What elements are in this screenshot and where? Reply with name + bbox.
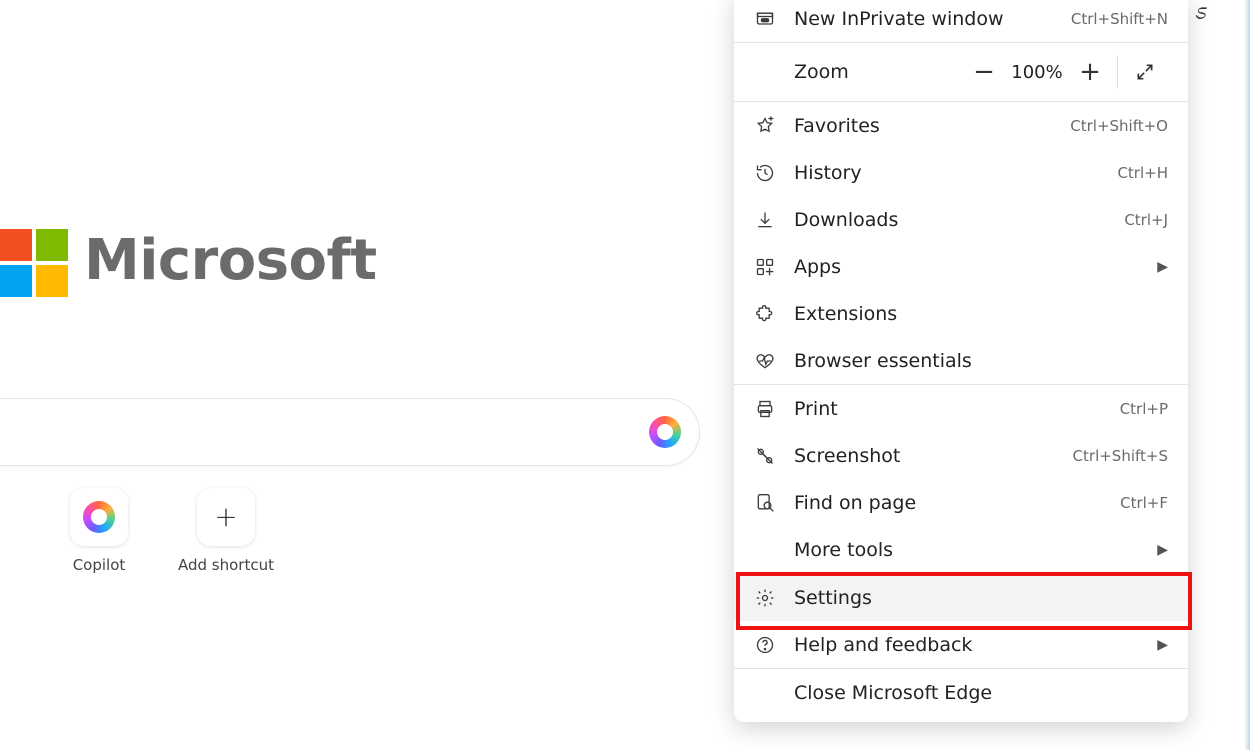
- menu-label: Screenshot: [794, 445, 1073, 467]
- help-icon: [754, 635, 776, 655]
- menu-accelerator: Ctrl+P: [1120, 400, 1168, 418]
- menu-label: History: [794, 162, 1117, 184]
- menu-label: Close Microsoft Edge: [794, 682, 1168, 704]
- menu-accelerator: Ctrl+J: [1124, 211, 1168, 229]
- menu-label: Extensions: [794, 303, 1168, 325]
- print-icon: [754, 399, 776, 419]
- zoom-out-button[interactable]: −: [961, 49, 1007, 95]
- menu-item-settings[interactable]: Settings: [734, 574, 1188, 621]
- tile-add-shortcut[interactable]: + Add shortcut: [178, 488, 274, 574]
- menu-item-new-inprivate[interactable]: New InPrivate window Ctrl+Shift+N: [734, 0, 1188, 42]
- menu-item-zoom: Zoom − 100% +: [734, 43, 1188, 101]
- menu-item-history[interactable]: History Ctrl+H: [734, 149, 1188, 196]
- menu-item-more-tools[interactable]: More tools ▶: [734, 526, 1188, 573]
- app-menu: New InPrivate window Ctrl+Shift+N Zoom −…: [734, 0, 1188, 722]
- tile-label: Add shortcut: [178, 556, 274, 574]
- menu-label: Favorites: [794, 115, 1070, 137]
- menu-item-favorites[interactable]: Favorites Ctrl+Shift+O: [734, 102, 1188, 149]
- menu-label: Print: [794, 398, 1120, 420]
- find-icon: [754, 493, 776, 513]
- partial-background-glyph: ಽ: [1194, 0, 1206, 25]
- heartbeat-icon: [754, 351, 776, 371]
- star-icon: [754, 116, 776, 136]
- menu-item-screenshot[interactable]: Screenshot Ctrl+Shift+S: [734, 432, 1188, 479]
- copilot-icon[interactable]: [649, 416, 681, 448]
- fullscreen-button[interactable]: [1122, 62, 1168, 82]
- chevron-right-icon: ▶: [1157, 637, 1168, 653]
- page-edge-shadow: [1244, 0, 1250, 750]
- menu-accelerator: Ctrl+Shift+N: [1071, 10, 1168, 28]
- menu-label: New InPrivate window: [794, 8, 1071, 30]
- menu-label: Help and feedback: [794, 634, 1149, 656]
- menu-item-print[interactable]: Print Ctrl+P: [734, 385, 1188, 432]
- menu-label: Find on page: [794, 492, 1120, 514]
- menu-item-find-on-page[interactable]: Find on page Ctrl+F: [734, 479, 1188, 526]
- menu-item-downloads[interactable]: Downloads Ctrl+J: [734, 196, 1188, 243]
- menu-accelerator: Ctrl+Shift+O: [1070, 117, 1168, 135]
- tile-label: Copilot: [73, 556, 126, 574]
- menu-label: Settings: [794, 587, 1168, 609]
- chevron-right-icon: ▶: [1157, 542, 1168, 558]
- zoom-in-button[interactable]: +: [1067, 49, 1113, 95]
- menu-item-apps[interactable]: Apps ▶: [734, 243, 1188, 290]
- gear-icon: [754, 588, 776, 608]
- menu-item-browser-essentials[interactable]: Browser essentials: [734, 337, 1188, 384]
- plus-icon: +: [214, 503, 237, 531]
- screenshot-icon: [754, 446, 776, 466]
- chevron-right-icon: ▶: [1157, 259, 1168, 275]
- menu-label: More tools: [794, 539, 1149, 561]
- menu-label: Browser essentials: [794, 350, 1168, 372]
- microsoft-wordmark: Microsoft: [84, 228, 377, 293]
- copilot-icon: [83, 501, 115, 533]
- download-icon: [754, 210, 776, 230]
- menu-accelerator: Ctrl+H: [1117, 164, 1168, 182]
- history-icon: [754, 163, 776, 183]
- menu-accelerator: Ctrl+Shift+S: [1073, 447, 1168, 465]
- menu-label: Downloads: [794, 209, 1124, 231]
- menu-label: Zoom: [794, 61, 961, 83]
- apps-icon: [754, 257, 776, 277]
- puzzle-icon: [754, 304, 776, 324]
- menu-accelerator: Ctrl+F: [1120, 494, 1168, 512]
- tile-copilot[interactable]: Copilot: [70, 488, 128, 574]
- menu-item-close-edge[interactable]: Close Microsoft Edge: [734, 669, 1188, 716]
- menu-item-extensions[interactable]: Extensions: [734, 290, 1188, 337]
- menu-label: Apps: [794, 256, 1149, 278]
- search-bar[interactable]: [0, 398, 700, 466]
- zoom-value: 100%: [1007, 62, 1067, 83]
- inprivate-icon: [754, 9, 776, 29]
- microsoft-logo: [0, 229, 68, 297]
- menu-item-help[interactable]: Help and feedback ▶: [734, 621, 1188, 668]
